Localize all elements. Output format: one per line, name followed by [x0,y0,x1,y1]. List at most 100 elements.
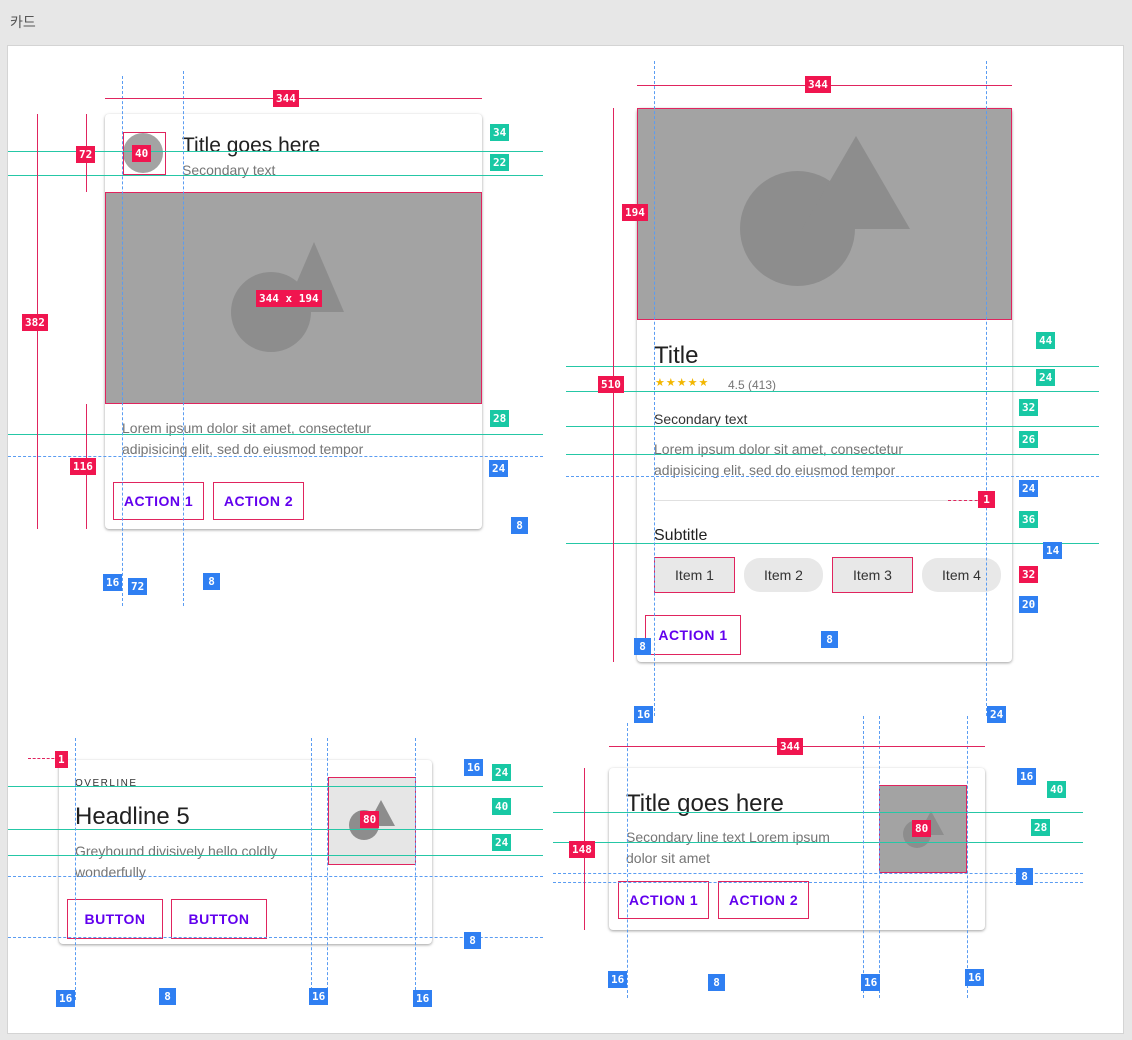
dim-badge: 510 [598,376,624,393]
guide-line [566,543,1099,544]
guide-line [8,175,543,176]
dim-badge: 24 [1019,480,1039,497]
dim-badge: 24 [492,764,512,781]
guide-line [553,842,1083,843]
card2-media-box [637,108,1012,320]
card4-action1-button[interactable]: ACTION 1 [618,881,709,919]
chip-item-2[interactable]: Item 2 [744,558,823,592]
guide-line [122,76,123,606]
guide-line [75,738,76,1000]
dim-badge: 8 [464,932,481,949]
guide-line [8,434,543,435]
card4-action2-button[interactable]: ACTION 2 [718,881,809,919]
guide-line [986,61,987,716]
dim-badge: 1 [978,491,995,508]
card2-rating-text: 4.5 (413) [728,378,777,392]
card1-title: Title goes here [182,134,321,157]
card2-body-line1: Lorem ipsum dolor sit amet, consectetur [654,441,903,457]
dim-badge: 20 [1019,596,1039,613]
dim-badge: 16 [309,988,329,1005]
guide-line [553,812,1083,813]
dim-badge: 8 [159,988,176,1005]
card2-divider [654,500,994,501]
dim-badge: 80 [912,820,932,837]
dim-badge: 24 [987,706,1007,723]
guide-line [553,873,1083,874]
dim-badge: 116 [70,458,96,475]
guide-line [8,456,543,457]
guide-line [8,786,543,787]
guide-line [654,61,655,716]
guide-line [327,738,328,1000]
guide-line [566,391,1099,392]
spec-canvas: Title goes here Secondary text Lorem ips… [7,45,1124,1034]
dim-badge: 344 [777,738,803,755]
guide-line [566,476,1099,477]
dim-badge: 16 [1017,768,1037,785]
dim-badge: 8 [1016,868,1033,885]
dim-badge: 40 [492,798,512,815]
card4-body-line1: Secondary line text Lorem ipsum [626,829,830,845]
dim-badge: 28 [1031,819,1051,836]
chip-item-4[interactable]: Item 4 [922,558,1001,592]
guide-line [8,876,543,877]
guide-line [879,716,880,998]
dim-badge: 24 [492,834,512,851]
dim-badge: 8 [203,573,220,590]
chip-item-1[interactable]: Item 1 [654,557,735,593]
guide-line [553,882,1083,883]
card2-body-line2: adipisicing elit, sed do eiusmod tempor [654,462,896,478]
card-compact-thumbnail: Title goes here Secondary line text Lore… [609,768,985,930]
guide-line [627,723,628,998]
guide-line [566,454,1099,455]
guide-line [311,738,312,1000]
guide-line [8,855,543,856]
dim-badge: 24 [489,460,509,477]
guide-line [8,829,543,830]
dim-badge: 344 [273,90,299,107]
card3-headline: Headline 5 [75,803,190,830]
chip-item-3[interactable]: Item 3 [832,557,913,593]
page-title: 카드 [10,14,36,30]
dim-badge: 344 [805,76,831,93]
dim-badge: 40 [132,145,152,162]
card3-button1[interactable]: BUTTON [67,899,163,939]
dim-badge: 36 [1019,511,1039,528]
dim-badge: 16 [464,759,484,776]
dim-badge: 148 [569,841,595,858]
dim-badge: 32 [1019,399,1039,416]
guide-line [967,716,968,998]
dim-badge: 28 [490,410,510,427]
card1-body-line1: Lorem ipsum dolor sit amet, consectetur [122,420,371,436]
dim-badge: 382 [22,314,48,331]
card2-action1-button[interactable]: ACTION 1 [645,615,741,655]
dim-badge: 80 [360,811,380,828]
dim-badge: 40 [1047,781,1067,798]
guide-line [863,716,864,998]
card1-action2-button[interactable]: ACTION 2 [213,482,304,520]
dim-badge: 16 [413,990,433,1007]
dim-badge: 32 [1019,566,1039,583]
card3-overline: OVERLINE [75,778,138,789]
dim-badge: 16 [56,990,76,1007]
guide-line [566,426,1099,427]
dim-badge: 14 [1043,542,1063,559]
card3-body-line1: Greyhound divisively hello coldly [75,843,278,859]
star-rating: ★★★★★ [655,377,710,389]
dim-badge: 8 [634,638,651,655]
card4-body-line2: dolor sit amet [626,850,711,866]
dim-badge: 24 [1036,369,1056,386]
guide-line [566,366,1099,367]
dim-badge: 26 [1019,431,1039,448]
dim-badge: 344 x 194 [256,290,322,307]
card1-action1-button[interactable]: ACTION 1 [113,482,204,520]
dim-badge: 22 [490,154,510,171]
guide-line [8,937,543,938]
dim-badge: 16 [965,969,985,986]
dim-badge: 8 [708,974,725,991]
dim-badge: 8 [821,631,838,648]
dim-badge: 16 [608,971,628,988]
guide-line [415,738,416,1000]
guide-line [183,71,184,606]
card3-button2[interactable]: BUTTON [171,899,267,939]
